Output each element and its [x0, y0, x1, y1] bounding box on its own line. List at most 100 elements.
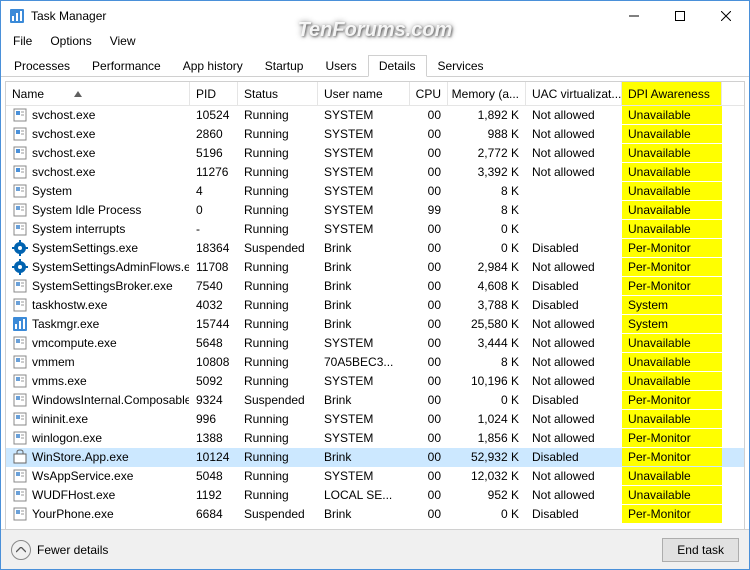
tab-processes[interactable]: Processes	[3, 55, 81, 76]
table-row[interactable]: WinStore.App.exe10124RunningBrink0052,93…	[6, 448, 744, 467]
fewer-details-button[interactable]: Fewer details	[11, 540, 108, 560]
table-row[interactable]: YourPhone.exe6684SuspendedBrink000 KDisa…	[6, 505, 744, 524]
table-row[interactable]: vmmem10808Running70A5BEC3...008 KNot all…	[6, 353, 744, 372]
table-row[interactable]: System4RunningSYSTEM008 KUnavailable	[6, 182, 744, 201]
minimize-button[interactable]	[611, 1, 657, 31]
process-icon	[12, 316, 28, 332]
menu-file[interactable]: File	[5, 32, 40, 50]
cell-pid: 10808	[190, 353, 238, 371]
cell-status: Running	[238, 353, 318, 371]
cell-user: SYSTEM	[318, 106, 410, 124]
cell-uac	[526, 220, 622, 238]
cell-memory: 3,788 K	[448, 296, 526, 314]
cell-dpi: Per-Monitor	[622, 258, 722, 276]
process-icon	[12, 468, 28, 484]
process-name: winlogon.exe	[32, 431, 102, 445]
cell-status: Running	[238, 220, 318, 238]
cell-memory: 952 K	[448, 486, 526, 504]
titlebar[interactable]: Task Manager	[1, 1, 749, 31]
table-row[interactable]: svchost.exe2860RunningSYSTEM00988 KNot a…	[6, 125, 744, 144]
menu-options[interactable]: Options	[42, 32, 99, 50]
footer: Fewer details End task	[1, 529, 749, 569]
table-row[interactable]: WsAppService.exe5048RunningSYSTEM0012,03…	[6, 467, 744, 486]
cell-dpi: Per-Monitor	[622, 505, 722, 523]
cell-dpi: Unavailable	[622, 220, 722, 238]
table-row[interactable]: System interrupts-RunningSYSTEM000 KUnav…	[6, 220, 744, 239]
table-row[interactable]: svchost.exe11276RunningSYSTEM003,392 KNo…	[6, 163, 744, 182]
process-rows[interactable]: svchost.exe10524RunningSYSTEM001,892 KNo…	[6, 106, 744, 530]
cell-memory: 0 K	[448, 239, 526, 257]
cell-pid: 15744	[190, 315, 238, 333]
tab-services[interactable]: Services	[427, 55, 495, 76]
header-dpi[interactable]: DPI Awareness	[622, 82, 722, 105]
tab-app-history[interactable]: App history	[172, 55, 254, 76]
cell-status: Running	[238, 144, 318, 162]
table-row[interactable]: System Idle Process0RunningSYSTEM998 KUn…	[6, 201, 744, 220]
cell-pid: 9324	[190, 391, 238, 409]
table-row[interactable]: svchost.exe10524RunningSYSTEM001,892 KNo…	[6, 106, 744, 125]
cell-user: SYSTEM	[318, 182, 410, 200]
cell-uac	[526, 201, 622, 219]
cell-uac: Not allowed	[526, 125, 622, 143]
table-row[interactable]: vmcompute.exe5648RunningSYSTEM003,444 KN…	[6, 334, 744, 353]
cell-uac: Disabled	[526, 296, 622, 314]
close-button[interactable]	[703, 1, 749, 31]
table-row[interactable]: WindowsInternal.Composable...9324Suspend…	[6, 391, 744, 410]
tab-startup[interactable]: Startup	[254, 55, 315, 76]
header-user[interactable]: User name	[318, 82, 410, 105]
tab-users[interactable]: Users	[314, 55, 367, 76]
cell-memory: 2,984 K	[448, 258, 526, 276]
cell-memory: 52,932 K	[448, 448, 526, 466]
cell-pid: 996	[190, 410, 238, 428]
cell-uac: Not allowed	[526, 163, 622, 181]
cell-status: Running	[238, 258, 318, 276]
header-pid[interactable]: PID	[190, 82, 238, 105]
cell-memory: 3,444 K	[448, 334, 526, 352]
header-name[interactable]: Name	[6, 82, 190, 105]
header-cpu[interactable]: CPU	[410, 82, 448, 105]
cell-cpu: 00	[410, 353, 448, 371]
cell-cpu: 00	[410, 315, 448, 333]
table-row[interactable]: SystemSettingsBroker.exe7540RunningBrink…	[6, 277, 744, 296]
cell-status: Suspended	[238, 505, 318, 523]
cell-user: Brink	[318, 296, 410, 314]
cell-uac: Disabled	[526, 505, 622, 523]
table-row[interactable]: SystemSettingsAdminFlows.exe11708Running…	[6, 258, 744, 277]
cell-pid: 4	[190, 182, 238, 200]
process-name: wininit.exe	[32, 412, 88, 426]
process-name: Taskmgr.exe	[32, 317, 99, 331]
header-status[interactable]: Status	[238, 82, 318, 105]
process-icon	[12, 164, 28, 180]
maximize-button[interactable]	[657, 1, 703, 31]
cell-cpu: 00	[410, 163, 448, 181]
tab-details[interactable]: Details	[368, 55, 427, 77]
cell-dpi: Unavailable	[622, 125, 722, 143]
header-uac[interactable]: UAC virtualizat...	[526, 82, 622, 105]
table-row[interactable]: wininit.exe996RunningSYSTEM001,024 KNot …	[6, 410, 744, 429]
table-row[interactable]: Taskmgr.exe15744RunningBrink0025,580 KNo…	[6, 315, 744, 334]
cell-user: Brink	[318, 505, 410, 523]
table-row[interactable]: vmms.exe5092RunningSYSTEM0010,196 KNot a…	[6, 372, 744, 391]
table-row[interactable]: taskhostw.exe4032RunningBrink003,788 KDi…	[6, 296, 744, 315]
menu-view[interactable]: View	[102, 32, 144, 50]
table-row[interactable]: WUDFHost.exe1192RunningLOCAL SE...00952 …	[6, 486, 744, 505]
cell-uac: Disabled	[526, 448, 622, 466]
table-row[interactable]: svchost.exe5196RunningSYSTEM002,772 KNot…	[6, 144, 744, 163]
table-row[interactable]: winlogon.exe1388RunningSYSTEM001,856 KNo…	[6, 429, 744, 448]
process-name: WindowsInternal.Composable...	[32, 393, 190, 407]
cell-dpi: Unavailable	[622, 334, 722, 352]
table-row[interactable]: SystemSettings.exe18364SuspendedBrink000…	[6, 239, 744, 258]
cell-memory: 0 K	[448, 391, 526, 409]
cell-user: SYSTEM	[318, 163, 410, 181]
cell-user: 70A5BEC3...	[318, 353, 410, 371]
cell-uac: Not allowed	[526, 372, 622, 390]
process-icon	[12, 354, 28, 370]
cell-memory: 988 K	[448, 125, 526, 143]
tab-performance[interactable]: Performance	[81, 55, 172, 76]
cell-dpi: Per-Monitor	[622, 448, 722, 466]
cell-user: SYSTEM	[318, 410, 410, 428]
end-task-button[interactable]: End task	[662, 538, 739, 562]
cell-user: Brink	[318, 315, 410, 333]
header-memory[interactable]: Memory (a...	[448, 82, 526, 105]
process-icon	[12, 240, 28, 256]
